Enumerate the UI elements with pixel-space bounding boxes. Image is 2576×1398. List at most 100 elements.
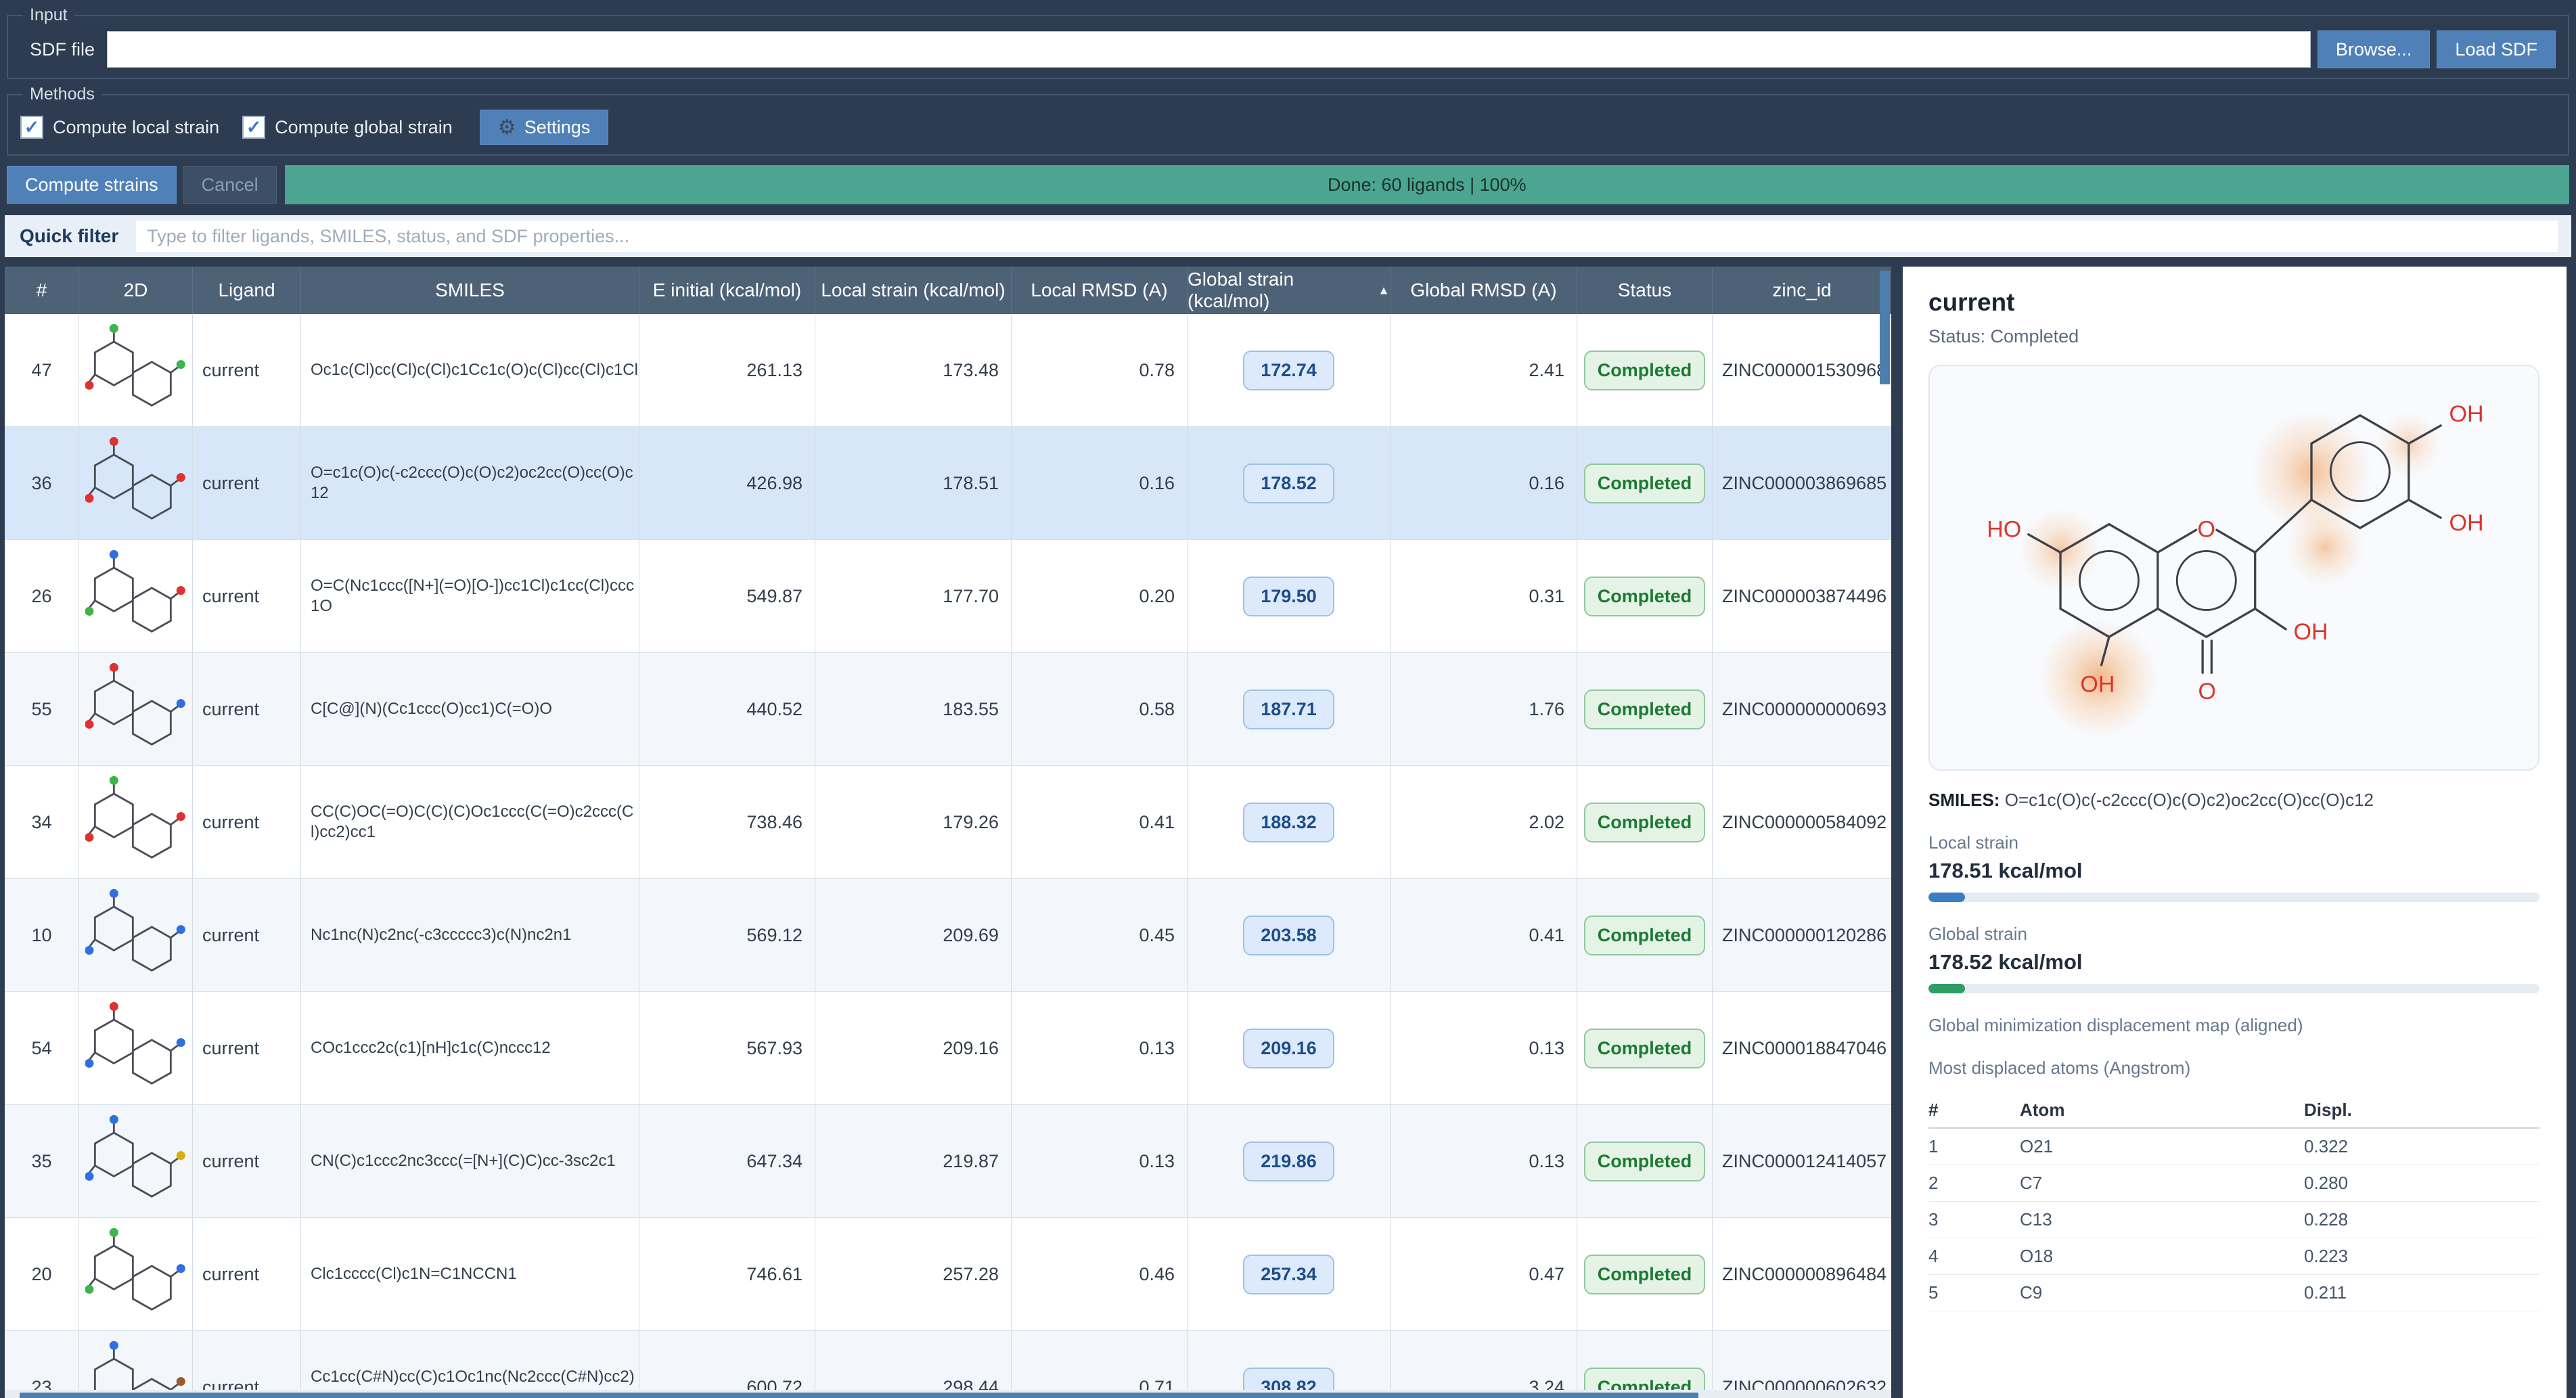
row-index-cell: 35 [5,1105,79,1217]
displaced-atom-row: 3 C13 0.228 [1928,1202,2539,1238]
load-sdf-button[interactable]: Load SDF [2437,30,2556,68]
displaced-atoms-header: # Atom Displ. [1928,1092,2539,1129]
global-strain-badge: 209.16 [1243,1029,1334,1068]
cancel-button[interactable]: Cancel [183,166,277,204]
gear-icon: ⚙ [498,116,516,139]
horizontal-scrollbar-track[interactable] [5,1390,1891,1398]
local-strain-bar [1928,893,2539,902]
table-row[interactable]: 36 current O=c1c(O)c(-c2ccc(O)c(O)c2)oc2… [5,427,1891,540]
table-row[interactable]: 55 current C[C@](N)(Cc1ccc(O)cc1)C(=O)O … [5,653,1891,766]
methods-group-legend: Methods [23,85,101,104]
horizontal-scrollbar-thumb[interactable] [20,1393,1698,1398]
disp-value: 0.322 [2304,1136,2539,1157]
row-local-strain-cell: 257.28 [815,1218,1012,1330]
row-index-cell: 23 [5,1331,79,1390]
svg-text:OH: OH [2294,619,2328,645]
checkbox-checked-icon[interactable]: ✓ [20,116,43,139]
table-row[interactable]: 10 current Nc1nc(N)c2nc(-c3ccccc3)c(N)nc… [5,879,1891,992]
table-row[interactable]: 34 current CC(C)OC(=O)C(C)(C)Oc1ccc(C(=O… [5,766,1891,879]
compute-global-strain-checkbox-group[interactable]: ✓ Compute global strain [242,116,453,139]
row-global-strain-cell: 179.50 [1188,540,1391,652]
row-ligand-cell: current [193,1218,301,1330]
row-local-strain-cell: 177.70 [815,540,1012,652]
ligand-table-header: # 2D Ligand SMILES E initial (kcal/mol) … [5,267,1891,314]
row-status-cell: Completed [1577,653,1713,765]
column-header-local-strain[interactable]: Local strain (kcal/mol) [815,267,1012,314]
global-strain-badge: 257.34 [1243,1255,1334,1294]
global-strain-badge: 172.74 [1243,351,1334,390]
row-zinc-id-cell: ZINC000018847046 [1713,992,1891,1104]
table-row[interactable]: 20 current Clc1cccc(Cl)c1N=C1NCCN1 746.6… [5,1218,1891,1331]
sdf-file-input[interactable] [107,31,2311,68]
row-e-initial-cell: 426.98 [639,427,815,539]
compute-strains-button[interactable]: Compute strains [7,166,177,204]
table-row[interactable]: 23 current Cc1cc(C#N)cc(C)c1Oc1nc(Nc2ccc… [5,1331,1891,1390]
row-global-rmsd-cell: 1.76 [1391,653,1577,765]
row-status-cell: Completed [1577,314,1713,426]
column-header-2d[interactable]: 2D [79,267,193,314]
column-header-ligand[interactable]: Ligand [193,267,301,314]
compute-local-strain-checkbox-group[interactable]: ✓ Compute local strain [20,116,219,139]
disp-index: 5 [1928,1282,2020,1303]
ligand-table-body: 47 current Oc1c(Cl)cc(Cl)c(Cl)c1Cc1c(O)c… [5,314,1891,1390]
row-global-strain-cell: 219.86 [1188,1105,1391,1217]
table-row[interactable]: 26 current O=C(Nc1ccc([N+](=O)[O-])cc1Cl… [5,540,1891,653]
row-local-rmsd-cell: 0.13 [1012,992,1188,1104]
row-e-initial-cell: 440.52 [639,653,815,765]
status-badge: Completed [1584,1368,1706,1391]
row-e-initial-cell: 261.13 [639,314,815,426]
compute-local-strain-label: Compute local strain [53,117,219,138]
row-local-strain-cell: 173.48 [815,314,1012,426]
column-header-local-rmsd[interactable]: Local RMSD (A) [1012,267,1188,314]
checkbox-checked-icon[interactable]: ✓ [242,116,265,139]
vertical-scrollbar-thumb[interactable] [1880,271,1890,384]
row-zinc-id-cell: ZINC000000584092 [1713,766,1891,878]
column-header-global-rmsd[interactable]: Global RMSD (A) [1391,267,1577,314]
table-row[interactable]: 47 current Oc1c(Cl)cc(Cl)c(Cl)c1Cc1c(O)c… [5,314,1891,427]
local-strain-value: 178.51 kcal/mol [1928,859,2539,883]
disp-index: 4 [1928,1246,2020,1267]
table-row[interactable]: 35 current CN(C)c1ccc2nc3ccc(=[N+](C)C)c… [5,1105,1891,1218]
row-local-strain-cell: 183.55 [815,653,1012,765]
global-strain-badge: 178.52 [1243,464,1334,503]
row-global-strain-cell: 178.52 [1188,427,1391,539]
row-global-strain-cell: 172.74 [1188,314,1391,426]
browse-button[interactable]: Browse... [2318,30,2431,68]
table-row[interactable]: 54 current COc1ccc2c(c1)[nH]c1c(C)nccc12… [5,992,1891,1105]
column-header-global-strain-label: Global strain (kcal/mol) [1188,269,1368,312]
molecule-thumbnail [85,436,187,531]
row-global-rmsd-cell: 0.41 [1391,879,1577,991]
displaced-atom-row: 4 O18 0.223 [1928,1238,2539,1275]
row-e-initial-cell: 549.87 [639,540,815,652]
row-status-cell: Completed [1577,427,1713,539]
row-status-cell: Completed [1577,1105,1713,1217]
global-strain-bar-fill [1928,984,1965,993]
column-header-status[interactable]: Status [1577,267,1713,314]
column-header-index[interactable]: # [5,267,79,314]
local-strain-bar-fill [1928,893,1965,902]
displacement-map-label: Global minimization displacement map (al… [1928,1015,2539,1036]
disp-value: 0.223 [2304,1246,2539,1267]
row-global-rmsd-cell: 3.24 [1391,1331,1577,1390]
row-smiles-cell: C[C@](N)(Cc1ccc(O)cc1)C(=O)O [301,653,639,765]
row-ligand-cell: current [193,314,301,426]
row-global-rmsd-cell: 0.16 [1391,427,1577,539]
disp-value: 0.228 [2304,1209,2539,1230]
molecule-thumbnail [85,662,187,757]
column-header-zinc-id[interactable]: zinc_id [1713,267,1891,314]
column-header-smiles[interactable]: SMILES [301,267,639,314]
column-header-e-initial[interactable]: E initial (kcal/mol) [639,267,815,314]
quick-filter-input[interactable] [136,221,2558,252]
row-global-rmsd-cell: 0.13 [1391,992,1577,1104]
column-header-global-strain[interactable]: Global strain (kcal/mol) ▲ [1188,267,1391,314]
row-ligand-cell: current [193,1105,301,1217]
displaced-atom-row: 2 C7 0.280 [1928,1165,2539,1202]
disp-column-index: # [1928,1100,2020,1121]
row-ligand-cell: current [193,766,301,878]
molecule-thumbnail [85,549,187,644]
row-2d-cell [79,879,193,991]
settings-button[interactable]: ⚙ Settings [480,110,608,145]
row-e-initial-cell: 746.61 [639,1218,815,1330]
row-2d-cell [79,1105,193,1217]
global-strain-badge: 187.71 [1243,690,1334,729]
